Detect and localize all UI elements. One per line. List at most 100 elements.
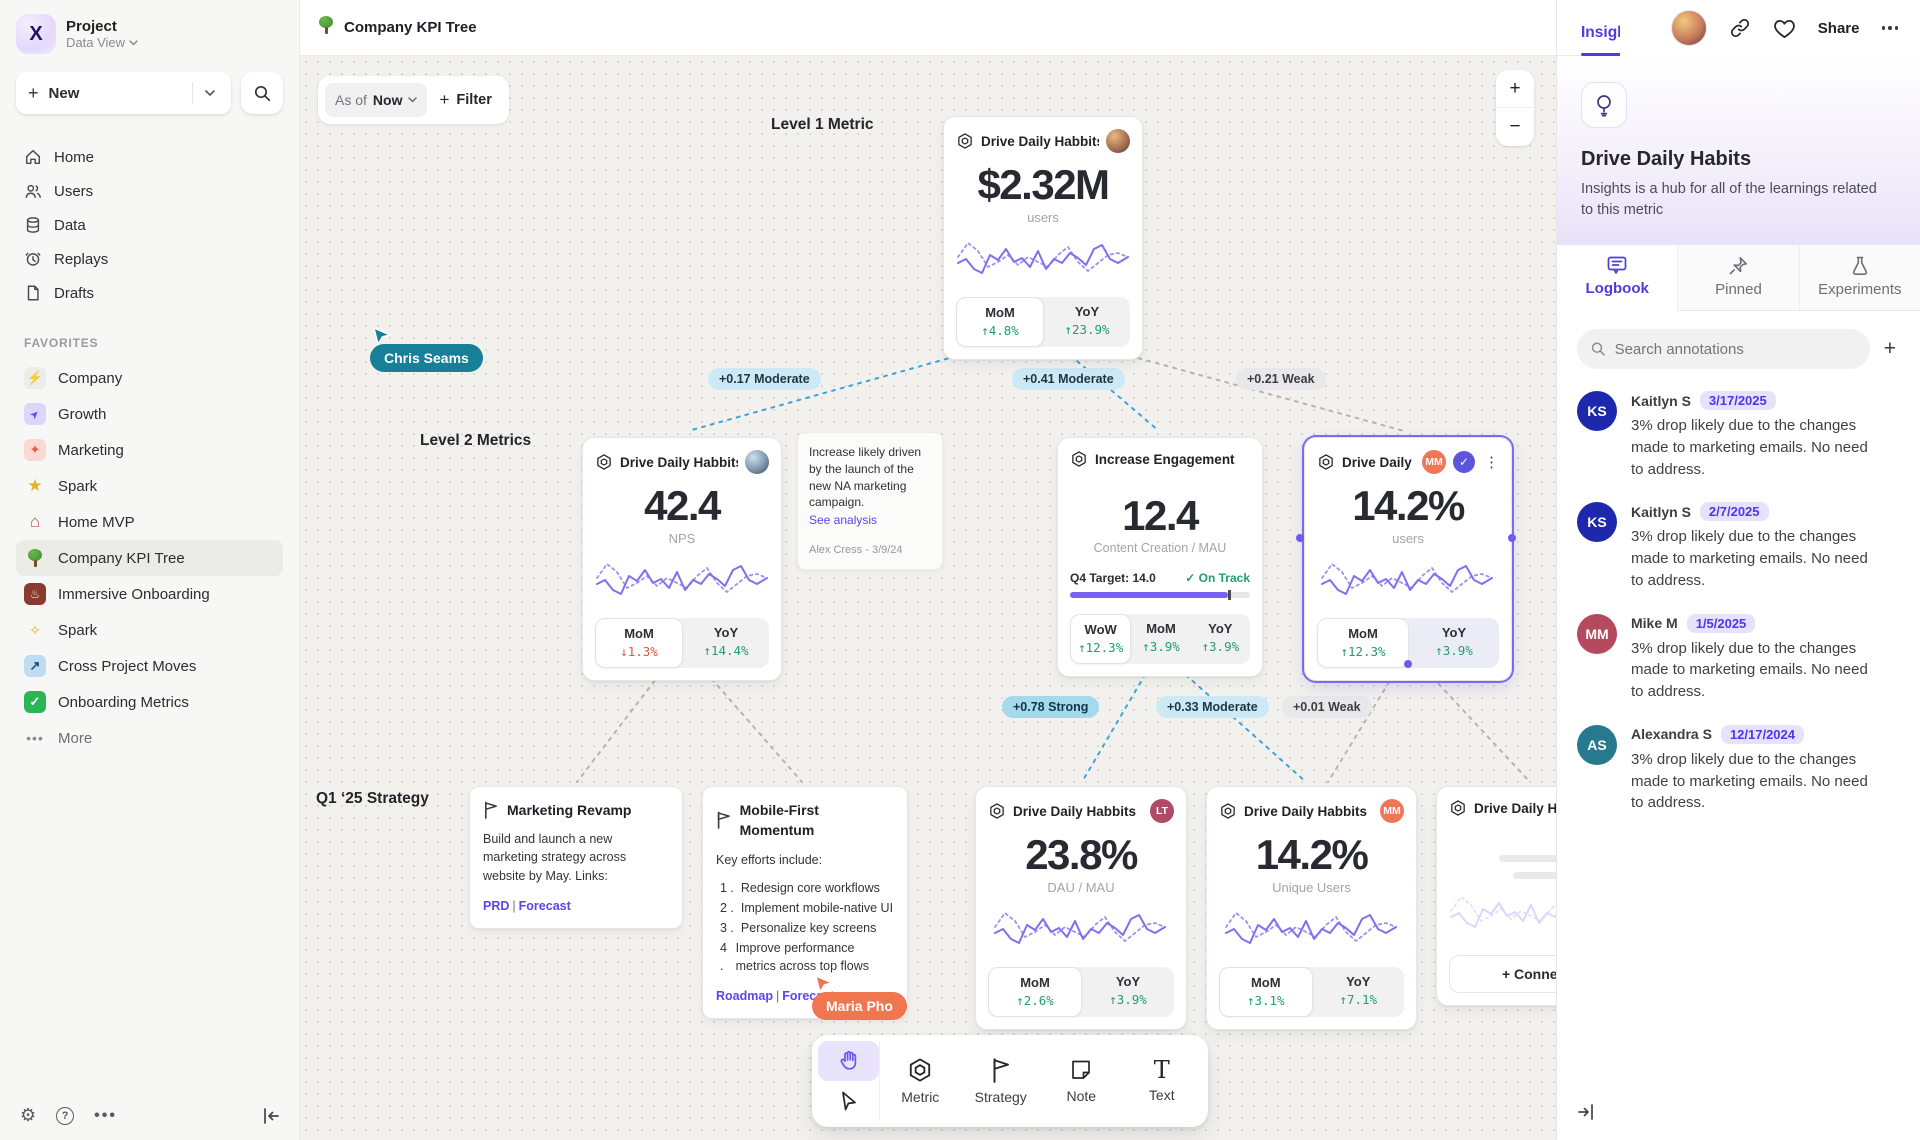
annotation-search-input[interactable] — [1615, 341, 1856, 358]
sidebar-item-cross-project-moves[interactable]: ↗ Cross Project Moves — [16, 648, 283, 684]
canvas-controls: As of Now + Filter — [318, 76, 509, 124]
collaborator-cursor-maria: Maria Pho — [812, 974, 907, 1020]
metric-icon — [1070, 450, 1088, 468]
sidebar-item-company-kpi-tree[interactable]: Company KPI Tree — [16, 540, 283, 576]
wow-value: ↑12.3% — [1073, 640, 1128, 655]
yoy-value: ↑3.9% — [1411, 643, 1497, 658]
favorite-heart-icon[interactable] — [1773, 18, 1796, 39]
metric-card-drive-daily-habits-unique-users[interactable]: Drive Daily Habbits MM 14.2% Unique User… — [1206, 786, 1417, 1030]
new-dropdown-arrow[interactable] — [193, 90, 219, 97]
sidebar-item-company[interactable]: ⚡ Company — [16, 360, 283, 396]
yoy-toggle[interactable]: YoY ↑7.1% — [1313, 967, 1405, 1017]
mom-toggle[interactable]: MoM ↑3.9% — [1131, 614, 1190, 664]
sidebar-item-home-mvp[interactable]: ⌂ Home MVP — [16, 504, 283, 540]
sidebar-item-drafts[interactable]: Drafts — [16, 276, 283, 310]
settings-gear-icon[interactable]: ⚙ — [20, 1105, 36, 1126]
annotation-item[interactable]: AS Alexandra S 12/17/2024 3% drop likely… — [1557, 709, 1920, 820]
annotation-search[interactable] — [1577, 329, 1870, 369]
target-label: Q4 Target: 14.0 — [1070, 571, 1156, 585]
zoom-in-button[interactable]: + — [1496, 70, 1534, 108]
sidebar-item-replays[interactable]: Replays — [16, 242, 283, 276]
more-options-icon[interactable]: ••• — [94, 1107, 117, 1125]
see-analysis-link[interactable]: See analysis — [809, 512, 931, 529]
share-button[interactable]: Share — [1818, 20, 1860, 37]
as-of-selector[interactable]: As of Now — [325, 83, 427, 117]
sidebar-item-more[interactable]: ••• More — [16, 720, 283, 756]
metric-tool[interactable]: Metric — [880, 1041, 961, 1121]
project-view-switcher[interactable]: Data View — [66, 35, 138, 50]
sidebar-item-spark-2[interactable]: ✧ Spark — [16, 612, 283, 648]
collapse-sidebar-icon[interactable] — [262, 1108, 280, 1124]
metric-card-increase-engagement[interactable]: Increase Engagement 12.4 Content Creatio… — [1057, 437, 1263, 677]
roadmap-link[interactable]: Roadmap — [716, 989, 773, 1003]
strategy-tool[interactable]: Strategy — [961, 1041, 1042, 1121]
connect-button[interactable]: + Connect — [1449, 955, 1556, 993]
mom-toggle[interactable]: MoM ↓1.3% — [595, 618, 683, 668]
sidebar-item-onboarding-metrics[interactable]: ✓ Onboarding Metrics — [16, 684, 283, 720]
selection-handle[interactable] — [1296, 534, 1304, 542]
mom-toggle[interactable]: MoM ↑4.8% — [956, 297, 1044, 347]
yoy-toggle[interactable]: YoY ↑23.9% — [1044, 297, 1130, 347]
metric-card-unconnected[interactable]: Drive Daily Hab + Connect — [1436, 786, 1556, 1006]
tab-logbook[interactable]: Logbook — [1557, 245, 1677, 311]
app-logo[interactable]: X — [16, 14, 56, 54]
mom-toggle[interactable]: MoM ↑3.1% — [1219, 967, 1313, 1017]
sidebar-item-marketing[interactable]: ✦ Marketing — [16, 432, 283, 468]
project-name: Project — [66, 18, 138, 35]
metric-title: Drive Daily Habbits — [620, 455, 738, 470]
annotation-item[interactable]: KS Kaitlyn S 3/17/2025 3% drop likely du… — [1557, 375, 1920, 486]
metric-hexagon-icon — [907, 1057, 933, 1083]
forecast-link[interactable]: Forecast — [519, 899, 571, 913]
kpi-tree-canvas[interactable]: As of Now + Filter + − Level 1 Metric Le… — [300, 56, 1556, 1140]
wow-toggle[interactable]: WoW ↑12.3% — [1070, 614, 1131, 664]
mom-toggle[interactable]: MoM ↑2.6% — [988, 967, 1082, 1017]
metric-card-drive-daily-habits-nps[interactable]: Drive Daily Habbits 42.4 NPS MoM ↓1.3% Y… — [582, 437, 782, 681]
annotation-text: 3% drop likely due to the changes made t… — [1631, 638, 1883, 703]
rocket-icon: ➤ — [24, 403, 46, 425]
hand-tool[interactable] — [818, 1041, 879, 1081]
yoy-toggle[interactable]: YoY ↑3.9% — [1082, 967, 1174, 1017]
sidebar-item-users[interactable]: Users — [16, 174, 283, 208]
strategy-card-marketing-revamp[interactable]: Marketing Revamp Build and launch a new … — [469, 786, 683, 929]
sidebar-item-growth[interactable]: ➤ Growth — [16, 396, 283, 432]
yoy-toggle[interactable]: YoY ↑14.4% — [683, 618, 769, 668]
metric-card-drive-daily-habits-dau-mau[interactable]: Drive Daily Habbits LT 23.8% DAU / MAU M… — [975, 786, 1187, 1030]
search-button[interactable] — [241, 72, 283, 114]
selection-handle[interactable] — [1508, 534, 1516, 542]
tab-experiments[interactable]: Experiments — [1799, 245, 1920, 311]
note-tool[interactable]: Note — [1041, 1041, 1122, 1121]
header-actions: Share — [1620, 0, 1920, 56]
copy-link-icon[interactable] — [1729, 17, 1751, 39]
owner-avatar[interactable] — [745, 450, 769, 474]
note-card[interactable]: Increase likely driven by the launch of … — [797, 432, 943, 570]
more-menu-icon[interactable] — [1882, 26, 1899, 30]
text-tool[interactable]: T Text — [1122, 1041, 1203, 1121]
metric-card-drive-daily-habits-selected[interactable]: Drive Daily Habb.. MM ✓ ⋮ 14.2% users Mo… — [1304, 437, 1512, 681]
tab-pinned[interactable]: Pinned — [1677, 245, 1798, 311]
mom-toggle[interactable]: MoM ↑12.3% — [1317, 618, 1409, 668]
filter-button[interactable]: + Filter — [439, 90, 501, 110]
collapse-panel-icon[interactable] — [1577, 1104, 1595, 1120]
strategy-title: Mobile-First Momentum — [740, 800, 894, 841]
new-button[interactable]: + New — [16, 72, 231, 114]
help-icon[interactable]: ? — [56, 1107, 74, 1125]
zoom-out-button[interactable]: − — [1496, 108, 1534, 146]
annotation-author: Kaitlyn S — [1631, 393, 1691, 409]
prd-link[interactable]: PRD — [483, 899, 509, 913]
sidebar-item-data[interactable]: Data — [16, 208, 283, 242]
select-tool[interactable] — [818, 1081, 879, 1121]
user-avatar[interactable] — [1671, 10, 1707, 46]
add-annotation-button[interactable]: + — [1884, 337, 1900, 361]
metric-card-drive-daily-habits-l1[interactable]: Drive Daily Habbits $2.32M users MoM ↑4.… — [943, 116, 1143, 360]
sidebar-item-home[interactable]: Home — [16, 140, 283, 174]
yoy-toggle[interactable]: YoY ↑3.9% — [1191, 614, 1250, 664]
card-menu-icon[interactable]: ⋮ — [1482, 453, 1499, 471]
annotation-author: Kaitlyn S — [1631, 504, 1691, 520]
yoy-toggle[interactable]: YoY ↑3.9% — [1409, 618, 1499, 668]
selection-handle[interactable] — [1404, 660, 1412, 668]
annotation-item[interactable]: KS Kaitlyn S 2/7/2025 3% drop likely due… — [1557, 486, 1920, 597]
annotation-item[interactable]: MM Mike M 1/5/2025 3% drop likely due to… — [1557, 598, 1920, 709]
owner-avatar[interactable] — [1106, 129, 1130, 153]
sidebar-item-spark[interactable]: ★ Spark — [16, 468, 283, 504]
sidebar-item-immersive-onboarding[interactable]: ♨ Immersive Onboarding — [16, 576, 283, 612]
